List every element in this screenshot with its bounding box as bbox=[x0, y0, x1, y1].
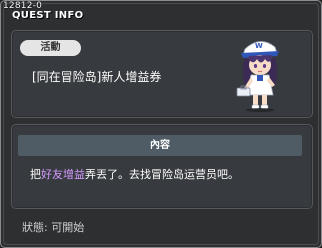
description-highlight: 好友增益 bbox=[41, 168, 85, 181]
window-title: QUEST INFO bbox=[12, 10, 84, 21]
quest-info-window: 12812-0 QUEST INFO 活動 [同在冒险岛]新人增益券 W 內容 … bbox=[0, 0, 322, 248]
description-suffix: 弄丟了。去找冒险岛运营员吧。 bbox=[85, 168, 239, 181]
content-section-header: 內容 bbox=[18, 135, 302, 156]
npc-portrait-icon: W bbox=[236, 41, 279, 112]
quest-description: 把好友增益弄丟了。去找冒险岛运营员吧。 bbox=[30, 168, 239, 182]
quest-status: 狀態: 可開始 bbox=[22, 221, 85, 234]
quest-category-badge: 活動 bbox=[20, 40, 81, 56]
description-prefix: 把 bbox=[30, 168, 41, 181]
svg-text:W: W bbox=[255, 42, 263, 50]
quest-name: [同在冒险岛]新人增益券 bbox=[32, 70, 162, 84]
